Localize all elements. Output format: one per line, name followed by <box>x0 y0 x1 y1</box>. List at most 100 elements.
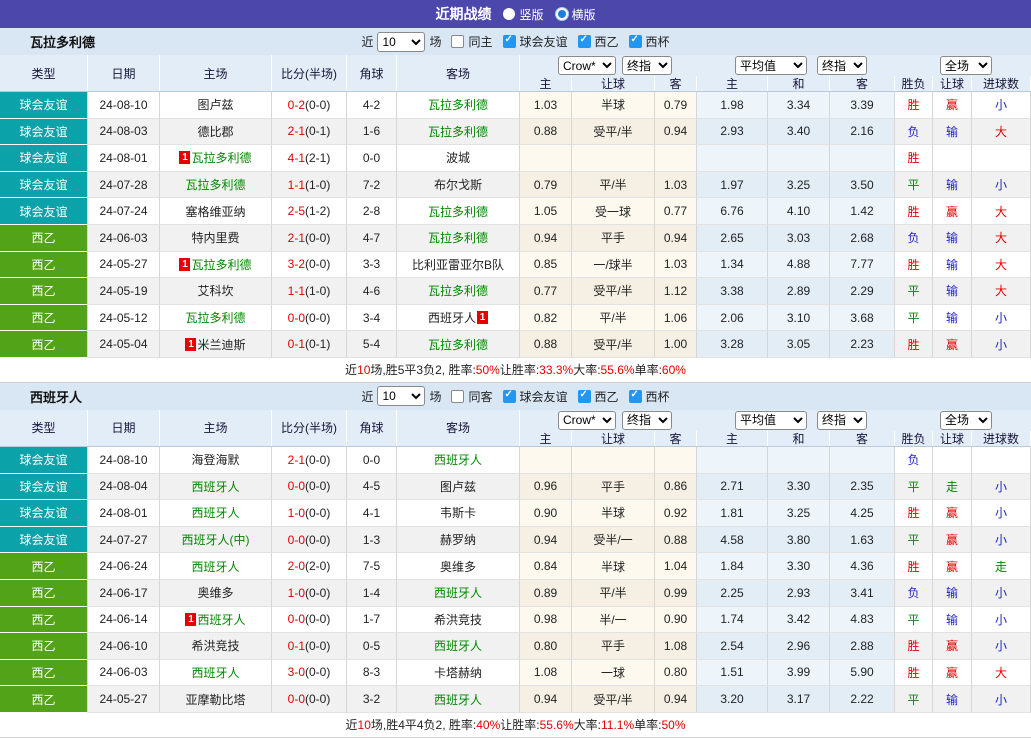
away-team: 瓦拉多利德 <box>427 231 488 246</box>
bookmaker-select[interactable]: Crow* <box>558 410 616 430</box>
goals-result-cell: 小 <box>972 526 1031 554</box>
league-cell: 球会友谊 <box>0 473 88 501</box>
corner-cell: 2-8 <box>347 198 397 225</box>
avg-away-cell: 4.25 <box>830 500 895 527</box>
avg-home-cell: 1.97 <box>697 171 768 199</box>
crow-away-odds-cell: 0.92 <box>655 500 697 527</box>
avg-home-cell: 1.51 <box>697 659 768 687</box>
league-cell: 球会友谊 <box>0 171 88 199</box>
final-odds-select-2[interactable]: 终指 <box>817 410 867 430</box>
full-time-score: 2-1 <box>287 124 305 139</box>
radio-icon[interactable] <box>503 8 516 20</box>
away-cell: 瓦拉多利德 <box>397 278 520 305</box>
avg-draw-odds: 3.40 <box>786 124 811 139</box>
avg-home-cell: 1.74 <box>697 606 768 634</box>
match-date: 24-06-03 <box>99 230 148 245</box>
scope-select[interactable]: 全场 <box>940 410 992 430</box>
avg-home-cell: 2.25 <box>697 579 768 607</box>
avg-draw-cell: 3.42 <box>768 606 830 634</box>
average-select[interactable]: 平均值 <box>735 410 807 430</box>
match-date: 24-07-24 <box>99 204 148 219</box>
crow-away-odds-cell: 0.80 <box>655 659 697 687</box>
team-name: 瓦拉多利德 <box>30 35 96 50</box>
near-label: 近 <box>361 389 374 404</box>
col-header-score: 比分(半场) <box>272 409 347 446</box>
league-cell: 西乙 <box>0 579 88 607</box>
home-team: 塞格维亚纳 <box>185 204 246 219</box>
red-card-badge: 1 <box>477 311 488 325</box>
away-cell: 奥维多 <box>397 553 520 580</box>
away-cell: 布尔戈斯 <box>397 171 520 199</box>
crow-home-odds: 0.94 <box>533 692 558 707</box>
avg-home-cell: 3.28 <box>697 331 768 358</box>
full-time-score: 0-0 <box>287 612 305 627</box>
table-body: 球会友谊 24-08-10 图卢兹 0-2 (0-0) 4-2 瓦拉多利德 1.0… <box>0 92 1031 358</box>
crow-handicap-cell: 受平/半 <box>572 331 655 358</box>
score-cell: 0-0 (0-0) <box>272 473 347 501</box>
final-odds-select-2[interactable]: 终指 <box>817 56 867 75</box>
goals-result-cell: 小 <box>972 304 1031 332</box>
crow-away-odds-cell: 0.88 <box>655 526 697 554</box>
col-header-corner: 角球 <box>347 55 397 91</box>
corner-cell: 1-4 <box>347 579 397 607</box>
match-count-select[interactable]: 10 <box>377 386 426 407</box>
league-filter-checkbox-friendly[interactable] <box>502 389 516 403</box>
crow-away-odds-cell: 0.90 <box>655 606 697 634</box>
layout-radio-horizontal[interactable]: 横版 <box>555 6 596 23</box>
league-filter-checkbox-friendly[interactable] <box>502 34 516 48</box>
summary-row: 近 10 场,胜4平4负2, 胜率: 40% 让胜率: 55.6% 大率: 11.1% 单… <box>0 712 1031 738</box>
goals-result-cell: 小 <box>972 686 1031 713</box>
goals-result-cell: 大 <box>972 278 1031 305</box>
corner-cell: 0-5 <box>347 633 397 660</box>
avg-away-cell: 1.42 <box>830 198 895 225</box>
crow-away-odds-cell: 1.04 <box>655 553 697 580</box>
radio-label-vertical: 竖版 <box>519 7 544 22</box>
match-count-select[interactable]: 10 <box>377 31 426 52</box>
home-team: 图卢兹 <box>197 98 234 113</box>
league-cell: 西乙 <box>0 553 88 580</box>
avg-away-odds: 4.83 <box>850 612 874 627</box>
league-filter-checkbox-laliga2[interactable] <box>577 389 591 403</box>
final-odds-select[interactable]: 终指 <box>622 410 672 430</box>
crow-away-odds: 1.12 <box>663 283 688 298</box>
date-cell: 24-08-10 <box>88 92 160 119</box>
avg-draw-cell: 3.30 <box>768 473 830 501</box>
result-label: 胜 <box>907 665 920 680</box>
full-time-score: 0-0 <box>287 532 305 547</box>
result-label: 负 <box>907 231 920 246</box>
crow-away-odds: 1.03 <box>663 257 688 272</box>
home-cell: 1 瓦拉多利德 <box>160 251 272 279</box>
match-date: 24-07-28 <box>99 177 148 192</box>
avg-home-odds: 2.71 <box>720 479 744 494</box>
home-cell: 奥维多 <box>160 579 272 607</box>
crow-home-odds-cell: 0.84 <box>520 553 572 580</box>
bookmaker-select[interactable]: Crow* <box>558 56 616 75</box>
average-select[interactable]: 平均值 <box>735 56 807 75</box>
avg-draw-cell <box>768 145 830 172</box>
crow-handicap-cell: 一球 <box>572 659 655 687</box>
home-cell: 西班牙人 <box>160 473 272 501</box>
handicap-result-cell: 赢 <box>933 526 972 554</box>
league-label: 西乙 <box>31 665 56 680</box>
scope-select[interactable]: 全场 <box>940 56 992 75</box>
crow-away-odds-cell: 0.94 <box>655 118 697 146</box>
league-filter-checkbox-laliga2[interactable] <box>577 34 591 48</box>
date-cell: 24-05-19 <box>88 278 160 305</box>
layout-radio-vertical[interactable]: 竖版 <box>503 6 544 23</box>
crow-away-odds-cell: 0.94 <box>655 686 697 713</box>
league-filter-checkbox-cup[interactable] <box>628 34 642 48</box>
away-cell: 希洪竞技 <box>397 606 520 634</box>
radio-icon[interactable] <box>555 8 568 20</box>
goals-result-label: 小 <box>994 612 1007 627</box>
same-venue-checkbox[interactable] <box>451 35 465 48</box>
league-filter-checkbox-cup[interactable] <box>628 389 642 403</box>
score-cell: 2-1 (0-0) <box>272 446 347 474</box>
crow-handicap: 平手 <box>600 639 625 654</box>
full-time-score: 0-2 <box>287 97 305 112</box>
avg-draw-odds: 2.93 <box>786 585 811 600</box>
final-odds-select[interactable]: 终指 <box>622 56 672 75</box>
league-cell: 球会友谊 <box>0 446 88 474</box>
handicap-result-label: 赢 <box>945 639 958 654</box>
avg-home-cell: 1.98 <box>697 92 768 119</box>
same-venue-checkbox[interactable] <box>451 389 465 403</box>
